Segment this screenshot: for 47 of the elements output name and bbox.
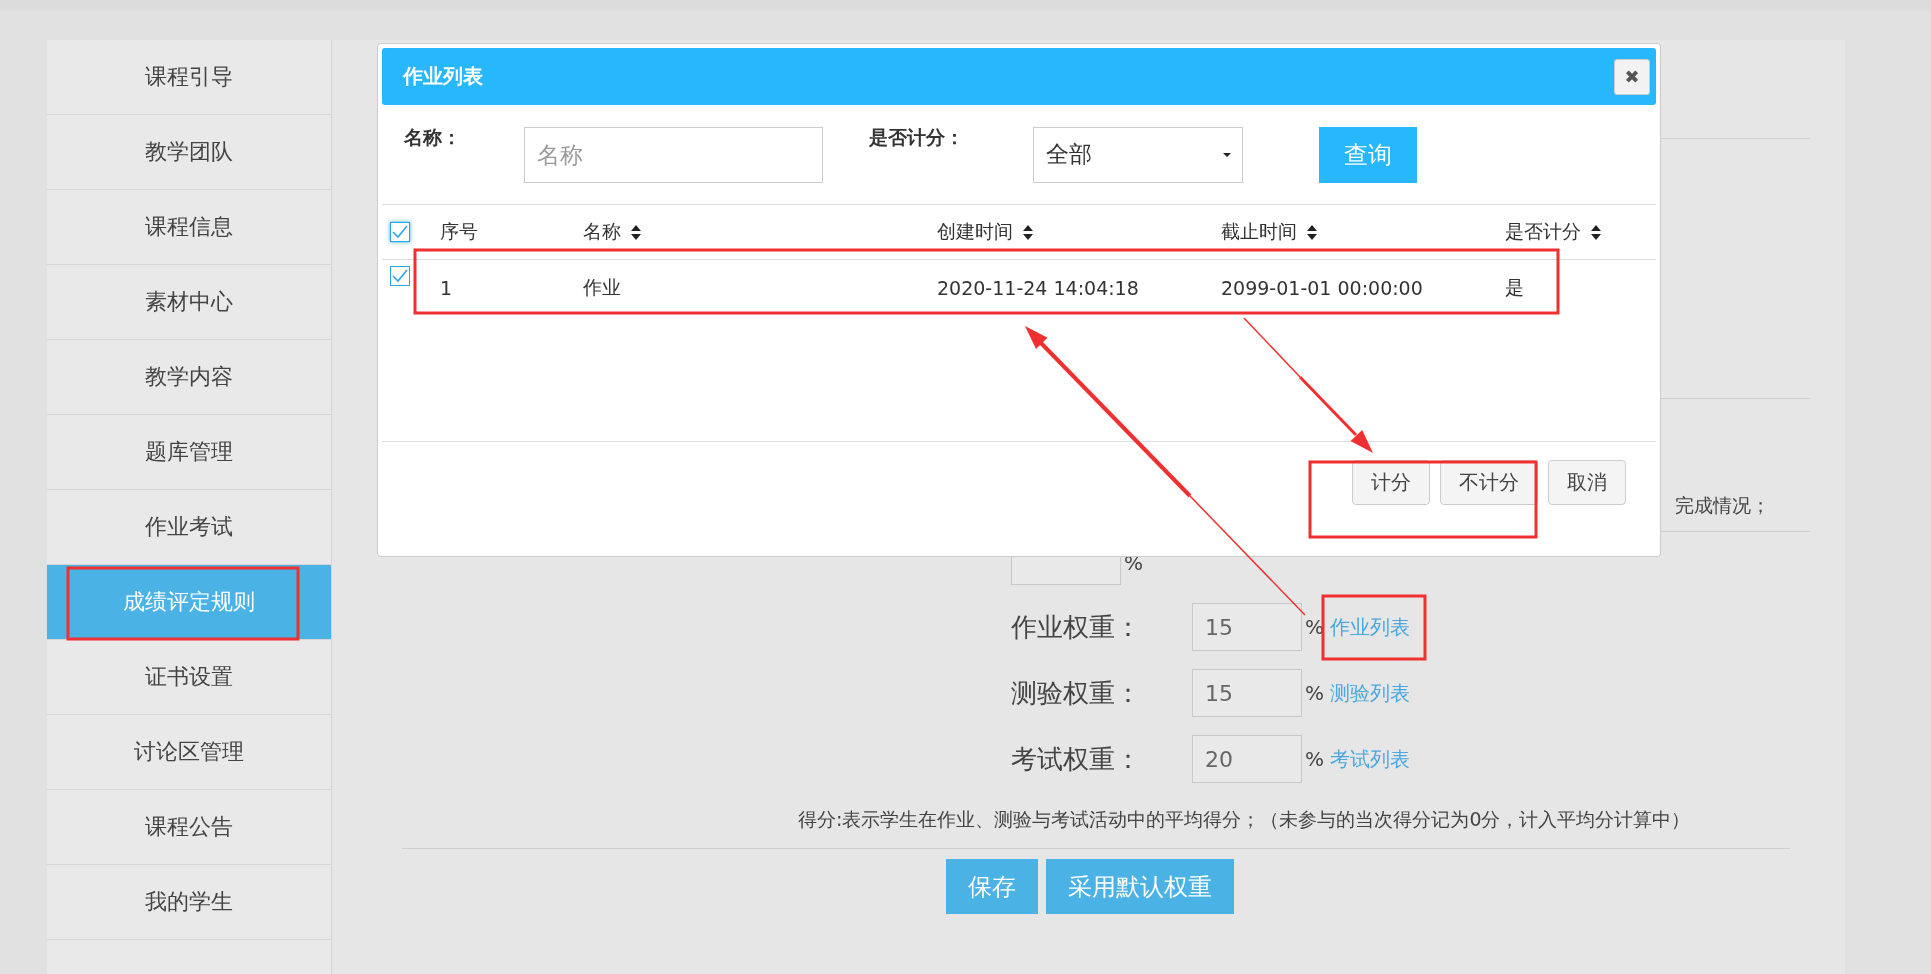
percent-sign: % [1305,681,1324,705]
sidebar-item[interactable]: 课程信息 [47,190,331,265]
table-cell: 2020-11-24 14:04:18 [937,277,1139,299]
field-label: 作业权重： [1011,610,1142,644]
column-header: 截止时间 [1221,219,1297,244]
table-cell: 2099-01-01 00:00:00 [1221,277,1423,299]
percent-sign: % [1305,747,1324,771]
input-field[interactable]: 20 [1192,735,1302,783]
caret-icon [1222,151,1232,158]
sidebar-item[interactable]: 证书设置 [47,640,331,715]
sidebar-item[interactable]: 课程引导 [47,40,331,115]
select-all-checkbox[interactable] [390,222,410,242]
sidebar-item[interactable]: 课程公告 [47,790,331,865]
sidebar-item[interactable]: 素材中心 [47,265,331,340]
table-cell-text: 作业 [583,275,621,300]
dialog-title: 作业列表 [403,63,483,90]
table-cell-text: 是 [1505,275,1524,300]
dialog-button[interactable]: 取消 [1548,460,1626,505]
sort-icon[interactable] [1591,224,1601,240]
note-text: 完成情况； [1675,493,1770,518]
input-field[interactable]: 15 [1192,603,1302,651]
sort-icon[interactable] [1023,224,1033,240]
input-field[interactable]: 15 [1192,669,1302,717]
scored-dropdown[interactable]: 全部 [1033,126,1243,183]
row-checkbox[interactable] [390,266,410,286]
sort-icon[interactable] [631,224,641,240]
dialog-button[interactable]: 不计分 [1440,460,1538,505]
sort-icon[interactable] [1307,224,1317,240]
table-cell: 1 [440,277,453,299]
percent-sign: % [1305,615,1324,639]
filter-label: 是否计分： [869,125,965,150]
filter-label: 名称： [404,125,462,150]
name-input[interactable]: 名称 [524,126,823,183]
column-header: 序号 [440,219,478,244]
column-header: 名称 [583,219,621,244]
column-header: 创建时间 [937,219,1013,244]
sidebar-item[interactable]: 教学内容 [47,340,331,415]
field-label: 考试权重： [1011,742,1142,776]
field-label: 测验权重： [1011,676,1142,710]
note-text: 得分:表示学生在作业、测验与考试活动中的平均得分；（未参与的当次得分记为0分，计入平均分计算中） [798,807,1691,832]
close-button[interactable]: ✖ [1614,58,1650,95]
sidebar-item[interactable]: 题库管理 [47,415,331,490]
sidebar-item[interactable]: 我的学生 [47,865,331,940]
sidebar-item[interactable]: 讨论区管理 [47,715,331,790]
sidebar-item[interactable]: 教学团队 [47,115,331,190]
column-header: 是否计分 [1505,219,1581,244]
dialog-button[interactable]: 计分 [1352,460,1430,505]
